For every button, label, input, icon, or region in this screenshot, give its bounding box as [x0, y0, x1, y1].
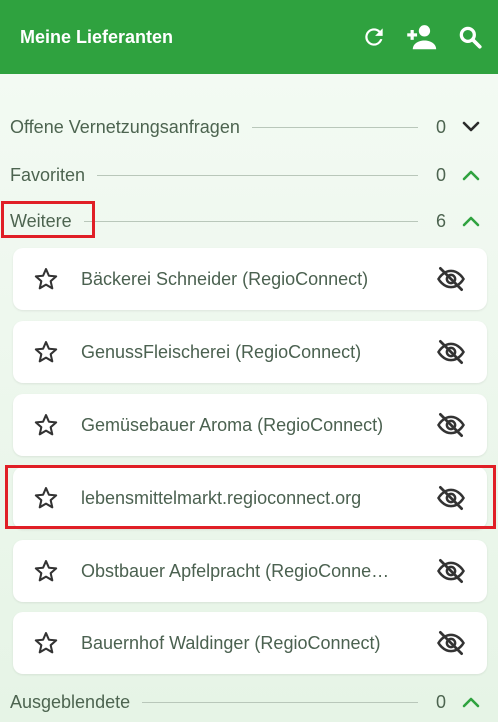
section-label: Weitere	[10, 210, 72, 231]
app-bar: Meine Lieferanten	[0, 0, 498, 74]
hide-eye-off-icon[interactable]	[431, 551, 471, 591]
favorite-star-icon[interactable]	[26, 623, 66, 663]
supplier-card[interactable]: Bäckerei Schneider (RegioConnect)	[13, 248, 487, 310]
search-button[interactable]	[448, 15, 492, 59]
favorite-star-icon[interactable]	[26, 405, 66, 445]
section-divider	[97, 174, 418, 176]
supplier-card[interactable]: lebensmittelmarkt.regioconnect.org	[13, 467, 487, 529]
section-label: Favoriten	[10, 164, 86, 185]
hide-eye-off-icon[interactable]	[431, 623, 471, 663]
favorite-star-icon[interactable]	[26, 332, 66, 372]
add-supplier-button[interactable]	[400, 15, 444, 59]
section-favorites[interactable]: Favoriten 0	[0, 158, 498, 192]
chevron-up-icon[interactable]	[456, 206, 486, 236]
refresh-button[interactable]	[352, 15, 396, 59]
favorite-star-icon[interactable]	[26, 478, 66, 518]
chevron-up-icon[interactable]	[456, 687, 486, 717]
section-hidden[interactable]: Ausgeblendete 0	[0, 685, 498, 719]
section-count: 0	[435, 164, 446, 185]
search-icon	[459, 26, 482, 49]
section-count: 0	[435, 116, 446, 137]
supplier-list: Offene Vernetzungsanfragen 0 Favoriten 0…	[0, 74, 498, 722]
section-more[interactable]: Weitere 6	[0, 204, 498, 238]
section-label: Ausgeblendete	[10, 691, 131, 712]
supplier-card[interactable]: Bauernhof Waldinger (RegioConnect)	[13, 612, 487, 674]
section-count: 6	[435, 210, 446, 231]
section-count: 0	[435, 691, 446, 712]
page-title: Meine Lieferanten	[20, 26, 174, 47]
favorite-star-icon[interactable]	[26, 551, 66, 591]
supplier-name: GenussFleischerei (RegioConnect)	[81, 341, 362, 362]
section-pending-requests[interactable]: Offene Vernetzungsanfragen 0	[0, 110, 498, 144]
supplier-name: Bäckerei Schneider (RegioConnect)	[81, 268, 369, 289]
hide-eye-off-icon[interactable]	[431, 478, 471, 518]
chevron-down-icon[interactable]	[456, 112, 486, 142]
supplier-card[interactable]: GenussFleischerei (RegioConnect)	[13, 321, 487, 383]
supplier-name: Bauernhof Waldinger (RegioConnect)	[81, 632, 381, 653]
hide-eye-off-icon[interactable]	[431, 405, 471, 445]
section-label: Offene Vernetzungsanfragen	[10, 116, 240, 137]
section-divider	[142, 701, 418, 703]
supplier-name: Gemüsebauer Aroma (RegioConnect)	[81, 414, 384, 435]
chevron-up-icon[interactable]	[456, 160, 486, 190]
refresh-icon	[365, 28, 383, 46]
hide-eye-off-icon[interactable]	[431, 332, 471, 372]
section-divider	[83, 220, 418, 222]
hide-eye-off-icon[interactable]	[431, 259, 471, 299]
add-person-icon	[407, 25, 437, 50]
supplier-name: lebensmittelmarkt.regioconnect.org	[81, 487, 362, 508]
supplier-card[interactable]: Obstbauer Apfelpracht (RegioConne…	[13, 540, 487, 602]
supplier-name: Obstbauer Apfelpracht (RegioConne…	[81, 560, 390, 581]
favorite-star-icon[interactable]	[26, 259, 66, 299]
supplier-card[interactable]: Gemüsebauer Aroma (RegioConnect)	[13, 394, 487, 456]
section-divider	[251, 126, 418, 128]
